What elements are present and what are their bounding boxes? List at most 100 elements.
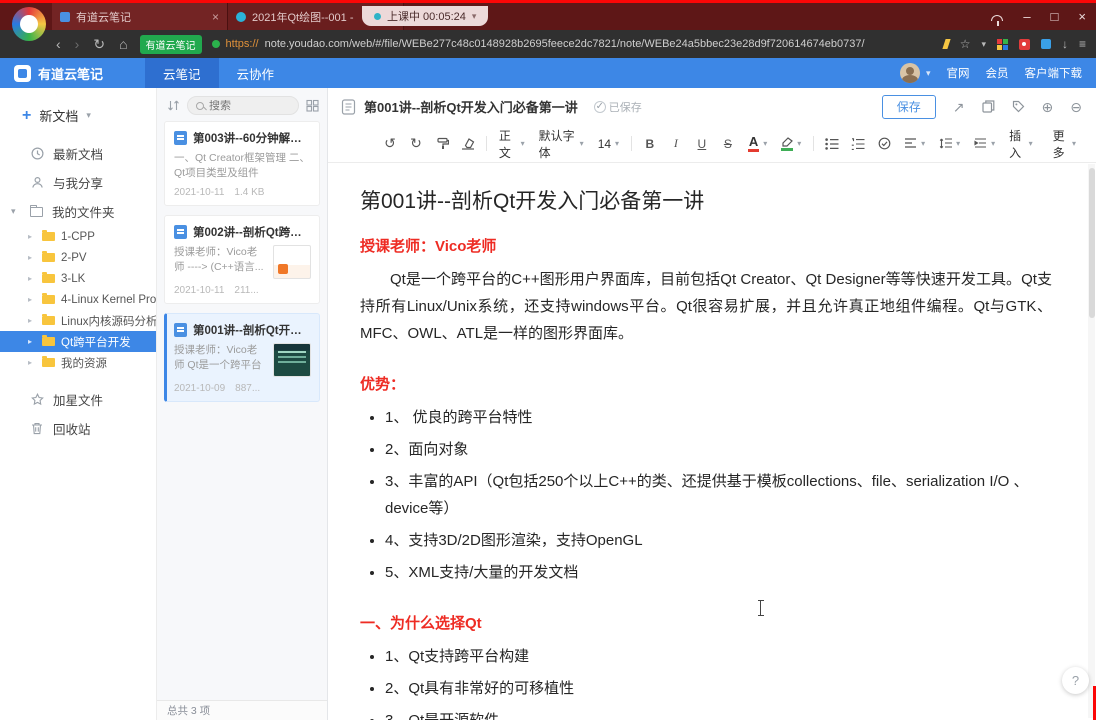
line-spacing-select[interactable]: ▾: [937, 138, 962, 149]
highlight-button[interactable]: ▾: [779, 136, 803, 151]
apps-grid-icon[interactable]: [996, 38, 1008, 50]
caret-right-icon[interactable]: ▸: [28, 253, 36, 262]
caret-down-icon[interactable]: ▾: [11, 206, 16, 217]
bold-button[interactable]: B: [642, 133, 658, 155]
save-button[interactable]: 保存: [881, 94, 936, 119]
sidebar-item-my-folders[interactable]: ▾ 我的文件夹: [0, 197, 156, 226]
browser-logo-icon[interactable]: [12, 7, 46, 41]
sidebar-folder-3-lk[interactable]: ▸ 3-LK: [0, 268, 156, 289]
class-timer-pill[interactable]: 上课中 00:05:24 ▾: [362, 6, 489, 26]
home-icon[interactable]: ⌂: [119, 36, 127, 52]
redo-icon[interactable]: ↻: [408, 133, 424, 155]
caret-down-icon[interactable]: ▾: [981, 39, 986, 50]
sidebar-folder-1-cpp[interactable]: ▸ 1-CPP: [0, 226, 156, 247]
search-box[interactable]: [187, 96, 299, 115]
insert-menu[interactable]: 插入 ▾: [1007, 127, 1034, 161]
new-doc-button[interactable]: + 新文档 ▾: [0, 100, 156, 131]
link-client-download[interactable]: 客户端下载: [1025, 65, 1083, 81]
app-brand-name: 有道云笔记: [38, 66, 104, 82]
tab-favicon-icon: [236, 11, 246, 22]
note-preview: 授课老师：Vico老师 Qt是一个跨平台的...: [174, 344, 262, 371]
caret-right-icon[interactable]: ▸: [28, 337, 36, 346]
address-bar[interactable]: https:// note.youdao.com/web/#/file/WEBe…: [211, 38, 932, 50]
forward-icon[interactable]: ›: [75, 36, 80, 52]
minimize-button[interactable]: –: [1023, 10, 1030, 23]
note-card-001[interactable]: 第001讲--剖析Qt开发入门必备... 授课老师：Vico老师 Qt是一个跨平…: [164, 313, 320, 402]
note-card-003[interactable]: 第003讲--60分钟解决Qt工程管... 一、Qt Creator框架管理 二…: [164, 121, 320, 206]
theme-skin-icon[interactable]: [991, 10, 1004, 26]
indent-select[interactable]: ▾: [972, 138, 997, 149]
sidebar-folder-2-pv[interactable]: ▸ 2-PV: [0, 247, 156, 268]
favorite-star-icon[interactable]: ☆: [960, 37, 971, 51]
add-circle-icon[interactable]: ⊕: [1042, 100, 1054, 114]
underline-button[interactable]: U: [694, 133, 710, 155]
font-size-select[interactable]: 14 ▾: [596, 137, 621, 151]
sidebar-item-starred[interactable]: 加星文件: [0, 385, 156, 414]
caret-right-icon[interactable]: ▸: [28, 295, 36, 304]
search-input[interactable]: [209, 99, 290, 112]
editor-header-actions: 保存 ↗ ⊕ ⊖: [881, 94, 1082, 119]
sort-icon[interactable]: [167, 99, 180, 112]
tag-icon[interactable]: [1012, 100, 1025, 113]
tab-cloud-notes[interactable]: 云笔记: [145, 58, 219, 88]
document-editing-area[interactable]: 第001讲--剖析Qt开发入门必备第一讲 授课老师：Vico老师 Qt是一个跨平…: [328, 163, 1096, 720]
caret-right-icon[interactable]: ▸: [28, 316, 36, 325]
user-avatar[interactable]: [899, 63, 920, 83]
collapse-circle-icon[interactable]: ⊖: [1070, 100, 1082, 114]
sidebar-folder-qt-crossplatform[interactable]: ▸ Qt跨平台开发: [0, 331, 156, 352]
copy-icon[interactable]: [981, 100, 995, 113]
paragraph-style-select[interactable]: 正文 ▾: [497, 127, 527, 161]
close-button[interactable]: ×: [1078, 10, 1086, 23]
note-card-002[interactable]: 第002讲--剖析Qt跨平台GUI界... 授课老师：Vico老师 ----> …: [164, 215, 320, 304]
tab-close-icon[interactable]: ×: [212, 10, 219, 24]
italic-button[interactable]: I: [668, 133, 684, 155]
todo-list-icon[interactable]: [876, 133, 892, 155]
check-icon: ✓: [593, 100, 606, 113]
back-icon[interactable]: ‹: [56, 36, 61, 52]
chevron-down-icon[interactable]: ▾: [926, 68, 931, 79]
more-menu[interactable]: 更多 ▾: [1051, 127, 1078, 161]
browser-tabstrip: 有道云笔记 × 2021年Qt绘图--001 -: [52, 3, 404, 30]
speed-bolt-icon[interactable]: [942, 39, 951, 49]
clear-format-icon[interactable]: [460, 133, 476, 155]
link-website[interactable]: 官网: [947, 65, 970, 81]
sidebar-folder-linux-source[interactable]: ▸ Linux内核源码分析: [0, 310, 156, 331]
app-header: 有道云笔记 云笔记 云协作 ▾ 官网 会员 客户端下载: [0, 58, 1096, 88]
sidebar-item-label: 加星文件: [53, 394, 104, 408]
sidebar-folder-linux-kernel[interactable]: ▸ 4-Linux Kernel Pros: [0, 289, 156, 310]
bullet-list-icon[interactable]: [824, 133, 840, 155]
numbered-list-icon[interactable]: [850, 133, 866, 155]
view-toggle-icon[interactable]: [306, 99, 319, 112]
sidebar-folder-my-resources[interactable]: ▸ 我的资源: [0, 352, 156, 373]
refresh-icon[interactable]: ↻: [93, 36, 105, 53]
menu-icon[interactable]: ≡: [1079, 37, 1086, 51]
extension-badge-icon[interactable]: [1018, 38, 1030, 50]
browser-tab-youdao[interactable]: 有道云笔记 ×: [52, 3, 228, 30]
app-tabs: 云笔记 云协作: [145, 58, 292, 88]
share-icon[interactable]: ↗: [953, 100, 965, 114]
align-select[interactable]: ▾: [902, 138, 927, 149]
caret-right-icon[interactable]: ▸: [28, 232, 36, 241]
link-membership[interactable]: 会员: [986, 65, 1009, 81]
help-button[interactable]: ?: [1062, 667, 1089, 694]
document-icon: [341, 98, 356, 115]
sidebar-item-shared[interactable]: 与我分享: [0, 168, 156, 197]
caret-right-icon[interactable]: ▸: [28, 358, 36, 367]
caret-down-icon: ▾: [763, 138, 768, 148]
caret-right-icon[interactable]: ▸: [28, 274, 36, 283]
tab-cloud-collab[interactable]: 云协作: [219, 58, 293, 88]
sidebar-item-label: 我的文件夹: [52, 206, 115, 220]
main-area: + 新文档 ▾ 最新文档 与我分享 ▾ 我的文件夹 ▸ 1-CPP ▸ 2-PV…: [0, 88, 1096, 720]
format-painter-icon[interactable]: [434, 133, 450, 155]
editor-scrollbar-thumb[interactable]: [1089, 168, 1095, 318]
font-color-button[interactable]: A ▾: [746, 134, 769, 153]
maximize-button[interactable]: □: [1051, 10, 1059, 23]
font-family-select[interactable]: 默认字体 ▾: [537, 127, 586, 161]
sidebar-item-recent[interactable]: 最新文档: [0, 139, 156, 168]
download-icon[interactable]: ↓: [1062, 37, 1068, 51]
undo-icon[interactable]: ↺: [382, 133, 398, 155]
strikethrough-button[interactable]: S: [720, 133, 736, 155]
sidebar-item-trash[interactable]: 回收站: [0, 414, 156, 443]
screenshot-tool-icon[interactable]: [1040, 39, 1051, 49]
bookmark-badge[interactable]: 有道云笔记: [139, 34, 202, 54]
